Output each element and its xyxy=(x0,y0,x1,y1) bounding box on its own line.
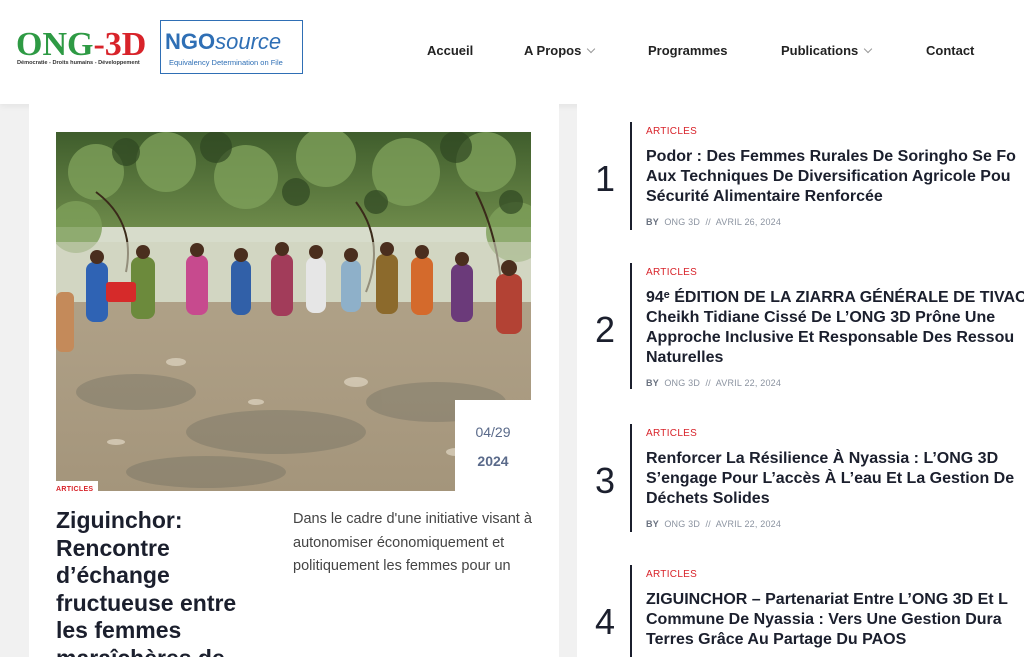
featured-title[interactable]: Ziguinchor: Rencontre d’échange fructueu… xyxy=(56,507,266,657)
article-number: 4 xyxy=(594,601,616,642)
site-header: ONG-3D Démocratie - Droits humains - Dév… xyxy=(0,0,1024,104)
article-category[interactable]: ARTICLES xyxy=(646,267,697,278)
article-divider xyxy=(630,263,632,389)
featured-date-month-day: 04/29 xyxy=(475,424,511,440)
featured-date-year: 2024 xyxy=(477,453,509,469)
chevron-down-icon xyxy=(864,44,873,54)
article-item-2[interactable]: 2 ARTICLES 94ᵉ ÉDITION DE LA ZIARRA GÉNÉ… xyxy=(590,263,1024,391)
ngosource-tagline: Equivalency Determination on File xyxy=(169,58,283,67)
article-title[interactable]: 94ᵉ ÉDITION DE LA ZIARRA GÉNÉRALE DE TIV… xyxy=(646,288,1024,368)
article-title[interactable]: Renforcer La Résilience À Nyassia : L’ON… xyxy=(646,449,1024,509)
chevron-down-icon xyxy=(587,44,596,54)
featured-category-tag[interactable]: ARTICLES xyxy=(56,481,99,495)
article-title[interactable]: ZIGUINCHOR – Partenariat Entre L’ONG 3D … xyxy=(646,590,1024,650)
article-divider xyxy=(630,424,632,532)
article-item-3[interactable]: 3 ARTICLES Renforcer La Résilience À Nya… xyxy=(590,424,1024,534)
nav-accueil[interactable]: Accueil xyxy=(427,42,473,60)
ngosource-badge[interactable]: NGOsource Equivalency Determination on F… xyxy=(160,20,303,74)
nav-a-propos[interactable]: A Propos xyxy=(524,42,596,60)
article-number: 2 xyxy=(594,309,616,350)
ngosource-logo-text: NGOsource xyxy=(165,29,282,54)
article-divider xyxy=(630,565,632,657)
featured-date-box: 04/29 2024 xyxy=(455,400,531,491)
ong3d-logo-text: ONG-3D xyxy=(16,26,147,63)
article-item-1[interactable]: 1 ARTICLES Podor : Des Femmes Rurales De… xyxy=(590,122,1024,232)
article-item-4[interactable]: 4 ARTICLES ZIGUINCHOR – Partenariat Entr… xyxy=(590,565,1024,657)
article-divider xyxy=(630,122,632,230)
article-number: 1 xyxy=(594,158,616,199)
article-meta: BY ONG 3D // AVRIL 22, 2024 xyxy=(646,378,782,388)
article-category[interactable]: ARTICLES xyxy=(646,126,697,137)
article-category[interactable]: ARTICLES xyxy=(646,428,697,439)
nav-publications[interactable]: Publications xyxy=(781,42,873,60)
article-meta: BY ONG 3D // AVRIL 26, 2024 xyxy=(646,217,782,227)
nav-programmes[interactable]: Programmes xyxy=(648,42,727,60)
ong3d-tagline: Démocratie - Droits humains - Développem… xyxy=(17,60,140,66)
featured-excerpt: Dans le cadre d'une initiative visant à … xyxy=(293,511,532,574)
article-title[interactable]: Podor : Des Femmes Rurales De Soringho S… xyxy=(646,147,1024,207)
article-meta: BY ONG 3D // AVRIL 22, 2024 xyxy=(646,519,782,529)
article-category[interactable]: ARTICLES xyxy=(646,569,697,580)
article-number: 3 xyxy=(594,460,616,501)
nav-contact[interactable]: Contact xyxy=(926,42,974,60)
ong3d-logo[interactable]: ONG-3D Démocratie - Droits humains - Dév… xyxy=(16,27,162,71)
